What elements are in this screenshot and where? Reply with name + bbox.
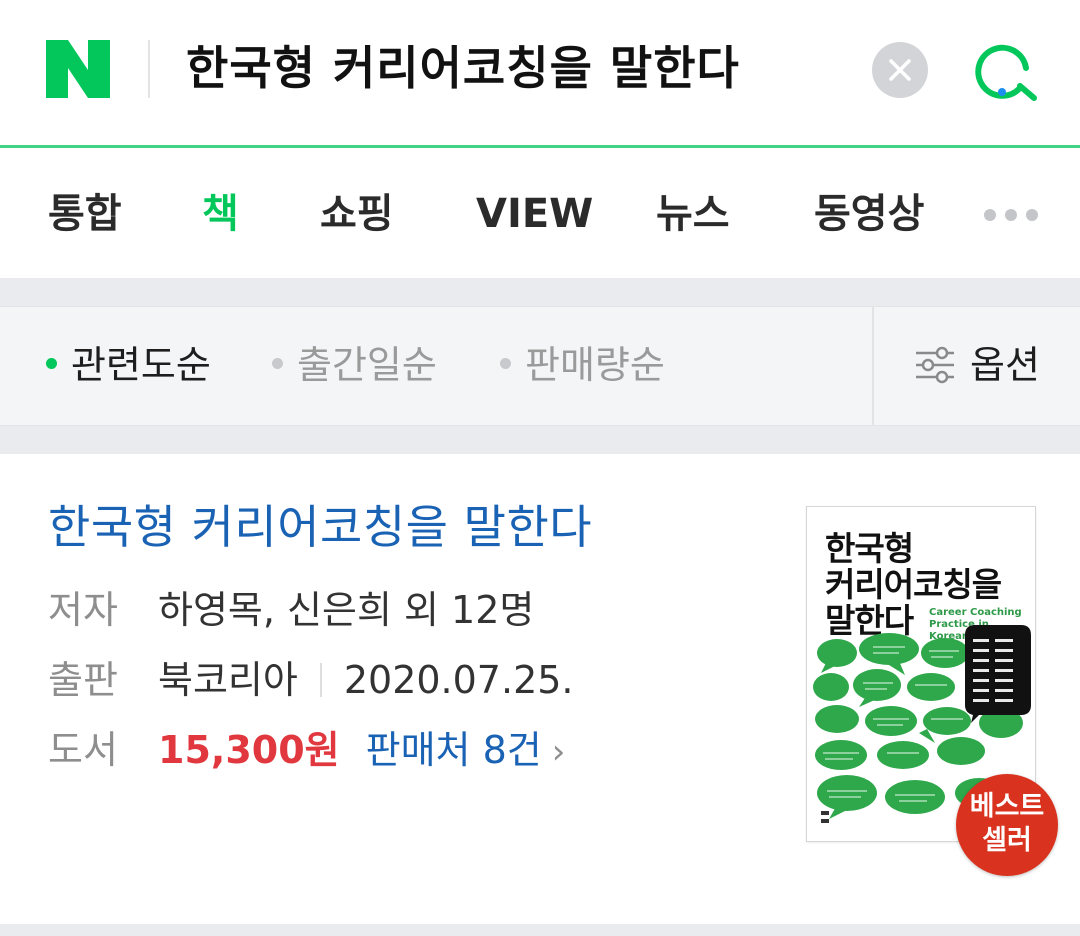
clear-x-icon [889,59,911,81]
badge-line2: 셀러 [982,825,1032,856]
book-label: 도서 [48,728,118,772]
tab-view[interactable]: VIEW [476,184,593,244]
author-value: 하영목, 신은희 외 12명 [158,588,535,632]
sellers-link[interactable]: 판매처 8건 [366,728,542,772]
sort-sales-label: 판매량순 [525,343,665,387]
publish-date: 2020.07.25. [343,658,574,702]
dot-icon [1005,209,1017,221]
section-gap [0,426,1080,454]
dot-icon [984,209,996,221]
sort-divider [872,307,874,425]
clear-search-button[interactable] [872,42,928,98]
sort-bar: 관련도순 출간일순 판매량순 옵션 [0,306,1080,426]
bestseller-badge: 베스트 셀러 [956,774,1058,876]
options-label: 옵션 [970,343,1040,387]
badge-line1: 베스트 [969,791,1045,822]
publisher-value: 북코리아 [158,658,298,702]
category-tabs: 통합 책 쇼핑 VIEW 뉴스 동영상 [0,150,1080,278]
publisher-label: 출판 [48,658,118,702]
section-gap [0,924,1080,936]
section-gap [0,278,1080,306]
tab-news[interactable]: 뉴스 [656,184,730,244]
price-row: 도서 15,300원 판매처 8건 › [48,722,565,780]
chevron-right-icon: › [551,732,566,772]
sort-relevance[interactable]: 관련도순 [46,335,211,395]
book-title-link[interactable]: 한국형 커리어코칭을 말한다 [48,496,592,558]
author-row: 저자 하영목, 신은희 외 12명 [48,582,534,638]
sort-sales[interactable]: 판매량순 [500,335,665,395]
meta-divider [319,662,322,697]
dot-icon [272,358,283,369]
search-icon[interactable] [970,36,1040,106]
tab-video[interactable]: 동영상 [814,184,924,244]
sort-publish-date-label: 출간일순 [297,343,437,387]
active-dot-icon [46,358,57,369]
publisher-row: 출판 북코리아 2020.07.25. [48,652,574,708]
book-result-card: 한국형 커리어코칭을 말한다 저자 하영목, 신은희 외 12명 출판 북코리아 20… [0,454,1080,924]
tab-books[interactable]: 책 [202,184,239,244]
header-divider [148,40,150,98]
dot-icon [1026,209,1038,221]
sort-publish-date[interactable]: 출간일순 [272,335,437,395]
naver-n-logo[interactable] [46,40,110,98]
sliders-icon [916,346,954,383]
sort-relevance-label: 관련도순 [71,343,211,387]
price-value: 15,300원 [158,728,340,772]
author-label: 저자 [48,588,118,632]
tab-integrated[interactable]: 통합 [48,184,122,244]
options-button[interactable]: 옵션 [914,335,1040,395]
search-header: 한국형 커리어코칭을 말한다 [0,0,1080,148]
tab-shopping[interactable]: 쇼핑 [320,184,394,244]
more-tabs-button[interactable] [984,206,1047,225]
search-input[interactable]: 한국형 커리어코칭을 말한다 [186,36,740,100]
dot-icon [500,358,511,369]
